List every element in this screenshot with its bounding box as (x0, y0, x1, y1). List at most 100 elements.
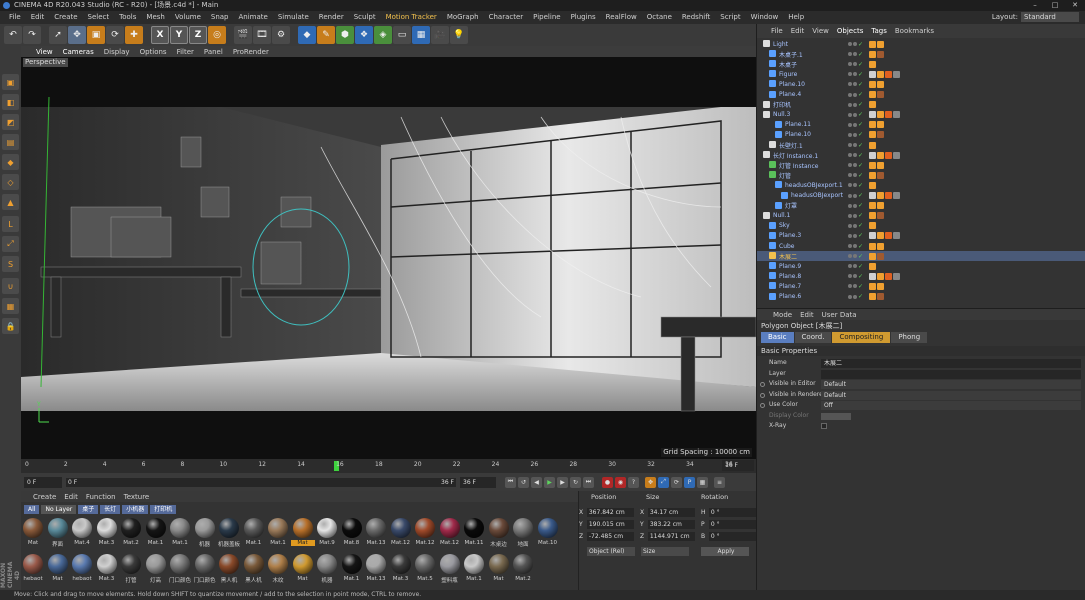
material-swatch[interactable]: 木桌边 (487, 517, 512, 553)
object-row[interactable]: Plane.3 ✓ (757, 231, 1085, 241)
visibility-dot[interactable] (853, 183, 857, 188)
menu-item-12[interactable]: Motion Tracker (381, 11, 442, 24)
visibility-dot[interactable] (848, 72, 852, 77)
tag-icon[interactable] (885, 272, 892, 280)
menu-item-0[interactable]: File (4, 11, 26, 24)
tag-icon[interactable] (877, 151, 884, 159)
viewport-label[interactable]: Perspective (23, 58, 68, 67)
menu-item-8[interactable]: Animate (234, 11, 273, 24)
tag-icon[interactable] (869, 60, 876, 68)
tag-icon[interactable] (869, 40, 876, 48)
menu-item-1[interactable]: Edit (26, 11, 50, 24)
material-swatch[interactable]: 黑人机 (242, 553, 267, 589)
menu-item-6[interactable]: Volume (170, 11, 206, 24)
go-to-start-icon[interactable]: ⏮ (505, 476, 516, 488)
tag-icon[interactable] (877, 40, 884, 48)
visibility-flags[interactable] (848, 143, 857, 147)
menu-item-5[interactable]: Mesh (141, 11, 169, 24)
texture-mode-icon[interactable]: ◩ (2, 114, 19, 130)
tag-icon[interactable] (893, 232, 900, 240)
attribute-menu-item[interactable]: User Data (818, 311, 861, 319)
visibility-dot[interactable] (853, 254, 857, 259)
tag-icon[interactable] (869, 202, 876, 210)
visibility-dot[interactable] (848, 183, 852, 188)
timeline-ruler[interactable]: 16 F 0 2 4 6 8 10 12 14 16 18 20 22 24 26 28 30 32 34 36 (21, 459, 756, 473)
visibility-dot[interactable] (848, 153, 852, 158)
undo-icon[interactable]: ↶ (4, 26, 22, 44)
material-swatch[interactable]: Mat (487, 553, 512, 589)
tag-icon[interactable] (877, 232, 884, 240)
rotate-icon[interactable]: ⟳ (106, 26, 124, 44)
material-swatch[interactable]: Mat (21, 517, 46, 553)
object-row[interactable]: headusOBJexport.1 ✓ (757, 180, 1085, 190)
tag-icon[interactable] (869, 212, 876, 220)
tweak-mode-icon[interactable]: ⤢ (2, 236, 19, 252)
tag-icon[interactable] (869, 161, 876, 169)
tag-icon[interactable] (877, 272, 884, 280)
tab-basic[interactable]: Basic (761, 332, 794, 343)
tag-icon[interactable] (877, 111, 884, 119)
material-swatch[interactable]: Mat (291, 553, 316, 589)
enabled-check-icon[interactable]: ✓ (858, 142, 863, 149)
menu-item-20[interactable]: Script (715, 11, 745, 24)
visibility-dot[interactable] (853, 102, 857, 107)
enabled-check-icon[interactable]: ✓ (858, 222, 863, 229)
visibility-dot[interactable] (848, 274, 852, 279)
tag-icon[interactable] (869, 111, 876, 119)
position-y-field[interactable]: 190.015 cm (586, 520, 634, 529)
enabled-check-icon[interactable]: ✓ (858, 152, 863, 159)
material-filter-tab[interactable]: No Layer (41, 505, 77, 514)
menu-item-4[interactable]: Tools (114, 11, 141, 24)
enabled-check-icon[interactable]: ✓ (858, 192, 863, 199)
material-swatch[interactable]: hebaot (70, 553, 95, 589)
material-swatch[interactable]: Mat.5 (413, 553, 438, 589)
tag-icon[interactable] (885, 192, 892, 199)
display-color-swatch[interactable] (821, 412, 851, 420)
menu-item-10[interactable]: Render (314, 11, 349, 24)
object-row[interactable]: Plane.11 ✓ (757, 120, 1085, 130)
object-menu-objects[interactable]: Objects (833, 27, 867, 35)
keyframe-selection-icon[interactable]: ? (628, 476, 639, 488)
material-swatch[interactable]: hebaot (21, 553, 46, 589)
visibility-dot[interactable] (853, 163, 857, 168)
subdivision-icon[interactable]: ⬢ (336, 26, 354, 44)
material-swatch[interactable]: 门口颜色 (168, 553, 193, 589)
material-filter-tab[interactable]: 小机器 (122, 505, 149, 514)
x-axis-lock-icon[interactable]: X (151, 26, 169, 44)
material-swatch[interactable]: 打管 (119, 553, 144, 589)
enabled-check-icon[interactable]: ✓ (858, 212, 863, 219)
viewport-menu-options[interactable]: Options (135, 48, 172, 56)
object-row[interactable]: headusOBJexport ✓ (757, 191, 1085, 201)
tag-icon[interactable] (869, 151, 876, 159)
next-key-icon[interactable]: ↻ (570, 476, 581, 488)
animate-dot-icon[interactable] (760, 392, 765, 398)
rotation-b-field[interactable]: 0 ° (708, 532, 756, 541)
light-icon[interactable]: 💡 (450, 26, 468, 44)
tag-icon[interactable] (869, 91, 876, 98)
object-row[interactable]: Plane.10 ✓ (757, 130, 1085, 140)
enabled-check-icon[interactable]: ✓ (858, 263, 863, 270)
visibility-flags[interactable] (848, 72, 857, 77)
tag-icon[interactable] (893, 272, 900, 280)
tag-icon[interactable] (869, 282, 876, 290)
material-swatch[interactable]: Mat.1 (168, 517, 193, 553)
visibility-dot[interactable] (853, 52, 857, 57)
tag-icon[interactable] (877, 131, 884, 139)
tag-icon[interactable] (877, 282, 884, 290)
object-row[interactable]: 木桌子 ✓ (757, 59, 1085, 69)
visibility-flags[interactable] (848, 223, 857, 228)
tag-icon[interactable] (877, 121, 884, 129)
attribute-menu-item[interactable]: Mode (769, 311, 796, 319)
visibility-dot[interactable] (853, 92, 857, 97)
visibility-dot[interactable] (853, 193, 857, 198)
go-to-end-icon[interactable]: ⏭ (583, 476, 594, 488)
enabled-check-icon[interactable]: ✓ (858, 41, 863, 48)
material-filter-tab[interactable]: 打印机 (150, 505, 177, 514)
tab-phong[interactable]: Phong (891, 332, 928, 343)
menu-item-13[interactable]: MoGraph (442, 11, 484, 24)
visibility-dot[interactable] (848, 52, 852, 57)
material-swatch[interactable]: 机器 (315, 553, 340, 589)
record-active-icon[interactable]: ● (602, 476, 613, 488)
material-swatch[interactable]: 木纹 (266, 553, 291, 589)
menu-item-14[interactable]: Character (484, 11, 529, 24)
